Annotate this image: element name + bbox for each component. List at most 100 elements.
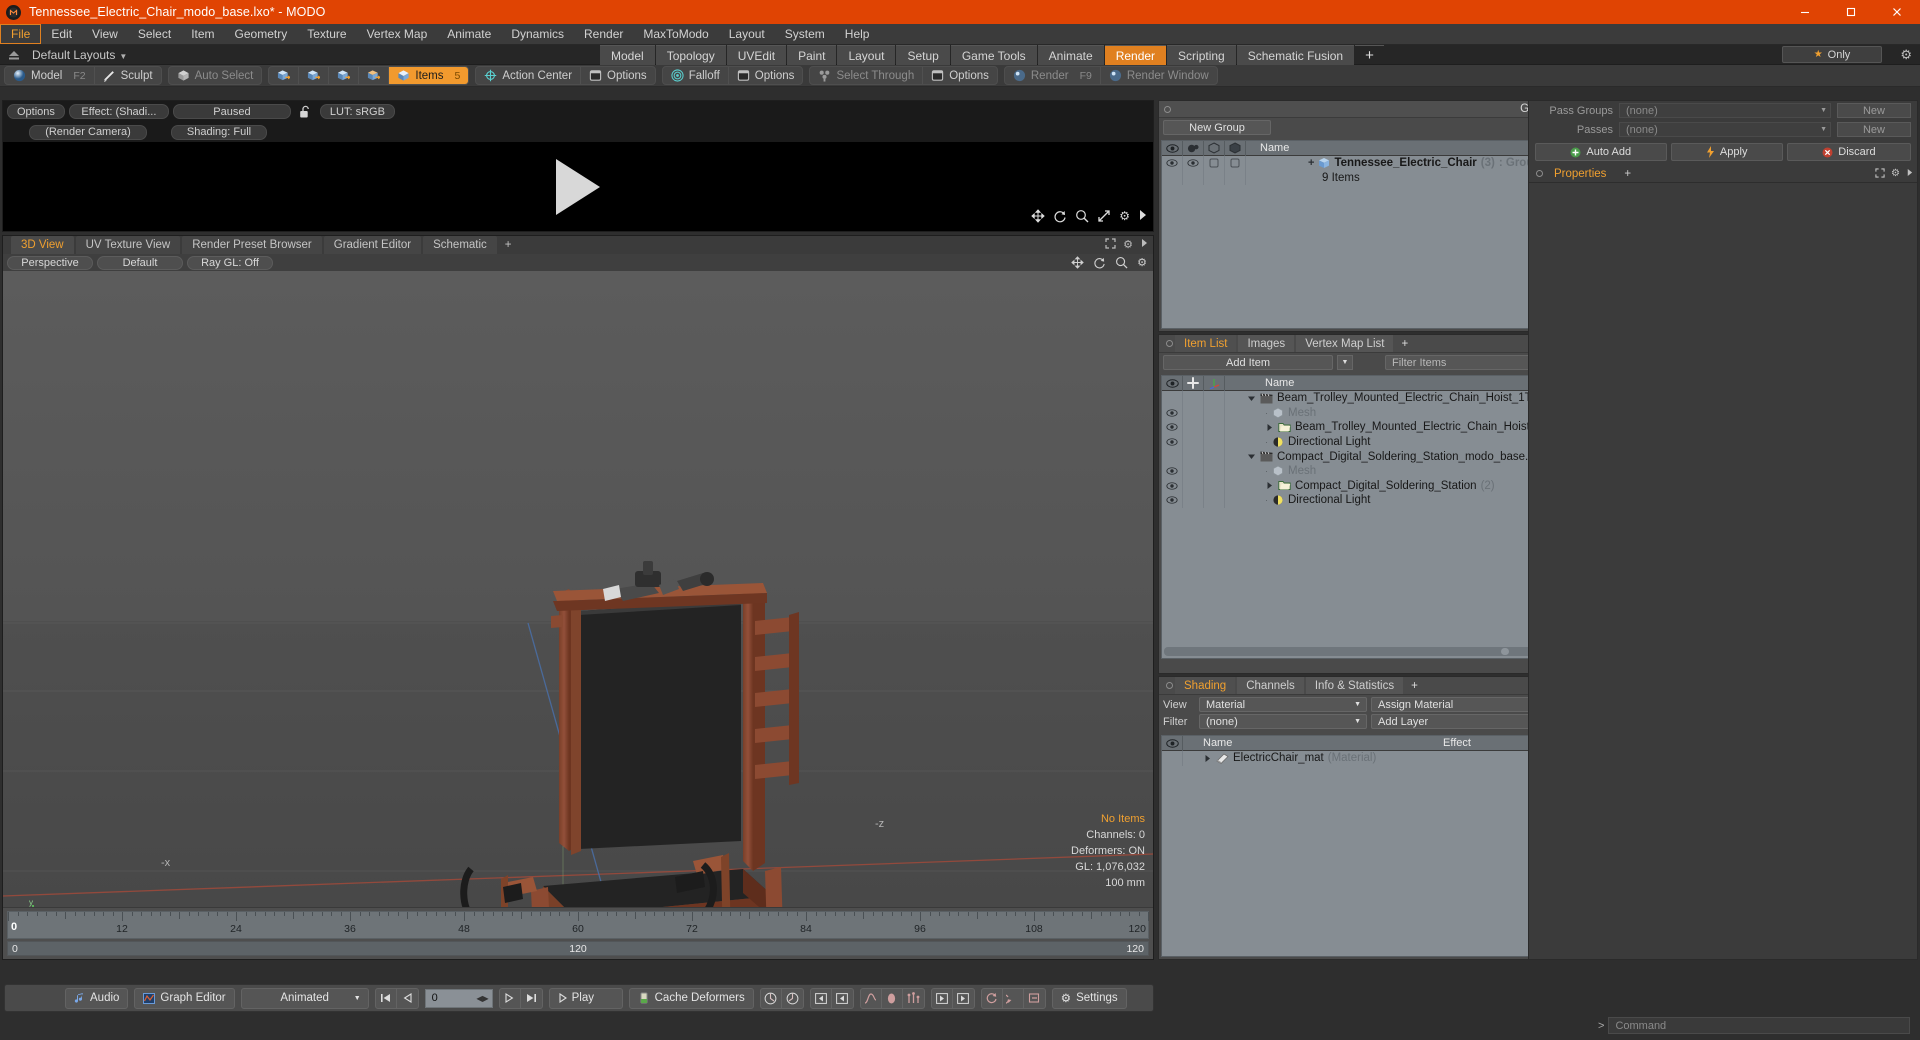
new-pass-button[interactable]: New xyxy=(1837,122,1911,137)
item-transform-toggle[interactable] xyxy=(1204,420,1225,435)
skip-end-icon[interactable] xyxy=(521,989,542,1008)
groups-row-toggle[interactable] xyxy=(1204,156,1225,171)
item-expander-icon[interactable] xyxy=(1265,481,1274,490)
cache-deformers-button[interactable]: Cache Deformers xyxy=(628,987,754,1009)
play-triangle-icon[interactable] xyxy=(556,158,600,215)
discard-button[interactable]: Discard xyxy=(1786,143,1912,161)
item-lock-toggle[interactable] xyxy=(1183,434,1204,450)
item-transform-toggle[interactable] xyxy=(1204,463,1225,479)
rotate-icon[interactable] xyxy=(1093,256,1106,269)
item-visibility-toggle[interactable] xyxy=(1162,463,1183,479)
item-expander-icon[interactable]: · xyxy=(1265,465,1268,477)
viewport-control-ray-gl-off[interactable]: Ray GL: Off xyxy=(187,255,273,270)
add-item-button[interactable]: Add Item xyxy=(1163,355,1333,370)
toolbar-button-options[interactable]: Options xyxy=(729,67,803,84)
render-icon[interactable] xyxy=(1183,140,1204,156)
wireframe-icon[interactable] xyxy=(1204,140,1225,156)
item-visibility-toggle[interactable] xyxy=(1162,420,1183,435)
toolbar-button-select-through[interactable]: Select Through xyxy=(810,67,924,84)
item-transform-toggle[interactable] xyxy=(1204,391,1225,406)
toolbar-button-material-select-icon[interactable] xyxy=(359,67,390,84)
layout-tab-paint[interactable]: Paint xyxy=(787,45,837,65)
item-transform-toggle[interactable] xyxy=(1204,478,1225,494)
layout-tab-animate[interactable]: Animate xyxy=(1037,45,1104,65)
item-visibility-toggle[interactable] xyxy=(1162,493,1183,508)
menu-item-select[interactable]: Select xyxy=(128,24,181,44)
toolbar-button-action-center[interactable]: Action Center xyxy=(476,67,582,84)
tab-channels[interactable]: Channels xyxy=(1237,677,1304,694)
menu-item-animate[interactable]: Animate xyxy=(437,24,501,44)
groups-row-toggle[interactable] xyxy=(1183,170,1204,186)
render-camera-button[interactable]: (Render Camera) xyxy=(29,124,147,140)
command-input[interactable]: Command xyxy=(1608,1017,1910,1034)
shaded-icon[interactable] xyxy=(1225,140,1246,156)
settings-button[interactable]: ⚙ Settings xyxy=(1051,987,1127,1009)
item-lock-toggle[interactable] xyxy=(1183,463,1204,479)
layout-tab-model[interactable]: Model xyxy=(600,45,655,65)
layout-tab-setup[interactable]: Setup xyxy=(896,45,950,65)
frame-stepper-icon[interactable]: ◀▶ xyxy=(476,994,488,1003)
menu-item-view[interactable]: View xyxy=(82,24,128,44)
range-end-icon[interactable] xyxy=(953,989,974,1008)
groups-row-toggle[interactable] xyxy=(1162,170,1183,186)
item-transform-toggle[interactable] xyxy=(1204,434,1225,450)
zoom-icon[interactable] xyxy=(1075,209,1089,223)
groups-row-toggle[interactable] xyxy=(1204,170,1225,186)
toolbar-button-options[interactable]: Options xyxy=(923,67,997,84)
toolbar-button-auto-select[interactable]: Auto Select xyxy=(169,67,262,84)
eye-icon[interactable] xyxy=(1162,375,1183,391)
ellipse-key-2-icon[interactable] xyxy=(882,988,903,1008)
maximize-icon[interactable] xyxy=(1875,168,1885,179)
menu-item-help[interactable]: Help xyxy=(835,24,880,44)
item-visibility-toggle[interactable] xyxy=(1162,405,1183,421)
timeline-ruler[interactable]: 0 01224364860728496108120 xyxy=(7,911,1149,939)
play-button[interactable]: Play xyxy=(548,987,623,1009)
item-lock-toggle[interactable] xyxy=(1183,449,1204,464)
panel-dot-icon[interactable] xyxy=(1536,170,1543,177)
timeline-range-bar[interactable]: 0 120 120 xyxy=(7,941,1149,956)
item-transform-toggle[interactable] xyxy=(1204,405,1225,421)
layout-preset-selector[interactable]: Default Layouts ▼ xyxy=(28,48,127,62)
layout-tab-game-tools[interactable]: Game Tools xyxy=(950,45,1037,65)
jump-start-icon[interactable] xyxy=(811,988,832,1008)
menu-item-file[interactable]: File xyxy=(0,24,42,44)
toolbar-button-vertex-select-icon[interactable] xyxy=(269,67,300,84)
shading-visibility-toggle[interactable] xyxy=(1162,751,1183,766)
toolbar-button-falloff[interactable]: Falloff xyxy=(663,67,729,84)
item-lock-toggle[interactable] xyxy=(1183,405,1204,421)
zoom-icon[interactable] xyxy=(1115,256,1128,269)
groups-row-toggle[interactable] xyxy=(1183,156,1204,171)
minimize-button[interactable] xyxy=(1782,0,1828,24)
item-transform-toggle[interactable] xyxy=(1204,449,1225,464)
bake-icon[interactable] xyxy=(1024,989,1045,1008)
tab-properties[interactable]: Properties xyxy=(1545,165,1615,182)
only-button[interactable]: ★ Only xyxy=(1782,46,1882,63)
toolbar-button-render-window[interactable]: Render Window xyxy=(1101,67,1217,84)
rotate-icon[interactable] xyxy=(1053,209,1067,223)
close-button[interactable] xyxy=(1874,0,1920,24)
menu-item-maxtomodo[interactable]: MaxToModo xyxy=(633,24,718,44)
eject-icon[interactable] xyxy=(0,49,28,61)
shading-filter-select[interactable]: (none) ▼ xyxy=(1199,714,1367,729)
range-start-icon[interactable] xyxy=(932,988,953,1008)
item-expander-icon[interactable] xyxy=(1265,423,1274,432)
auto-add-button[interactable]: Auto Add xyxy=(1535,143,1667,161)
shading-view-select[interactable]: Material ▼ xyxy=(1199,697,1367,712)
toolbar-button-edge-select-icon[interactable] xyxy=(299,67,330,84)
render-preview-canvas[interactable] xyxy=(3,142,1153,231)
toolbar-button-model[interactable]: Model F2 xyxy=(5,67,95,84)
item-visibility-toggle[interactable] xyxy=(1162,434,1183,450)
tab-shading[interactable]: Shading xyxy=(1175,677,1236,694)
add-viewport-tab-button[interactable]: + xyxy=(499,236,518,254)
maximize-icon[interactable] xyxy=(1105,238,1116,251)
gear-icon[interactable]: ⚙ xyxy=(1900,47,1912,63)
item-transform-toggle[interactable] xyxy=(1204,493,1225,508)
toolbar-button-options[interactable]: Options xyxy=(581,67,655,84)
cycle-icon[interactable] xyxy=(1003,988,1024,1008)
item-expander-icon[interactable]: · xyxy=(1265,494,1268,506)
transform-icon[interactable] xyxy=(1204,375,1225,391)
toolbar-button-polygon-select-icon[interactable] xyxy=(329,67,360,84)
shading-mode-button[interactable]: Shading: Full xyxy=(171,124,267,140)
add-layout-tab-button[interactable]: + xyxy=(1355,45,1384,65)
item-lock-toggle[interactable] xyxy=(1183,493,1204,508)
